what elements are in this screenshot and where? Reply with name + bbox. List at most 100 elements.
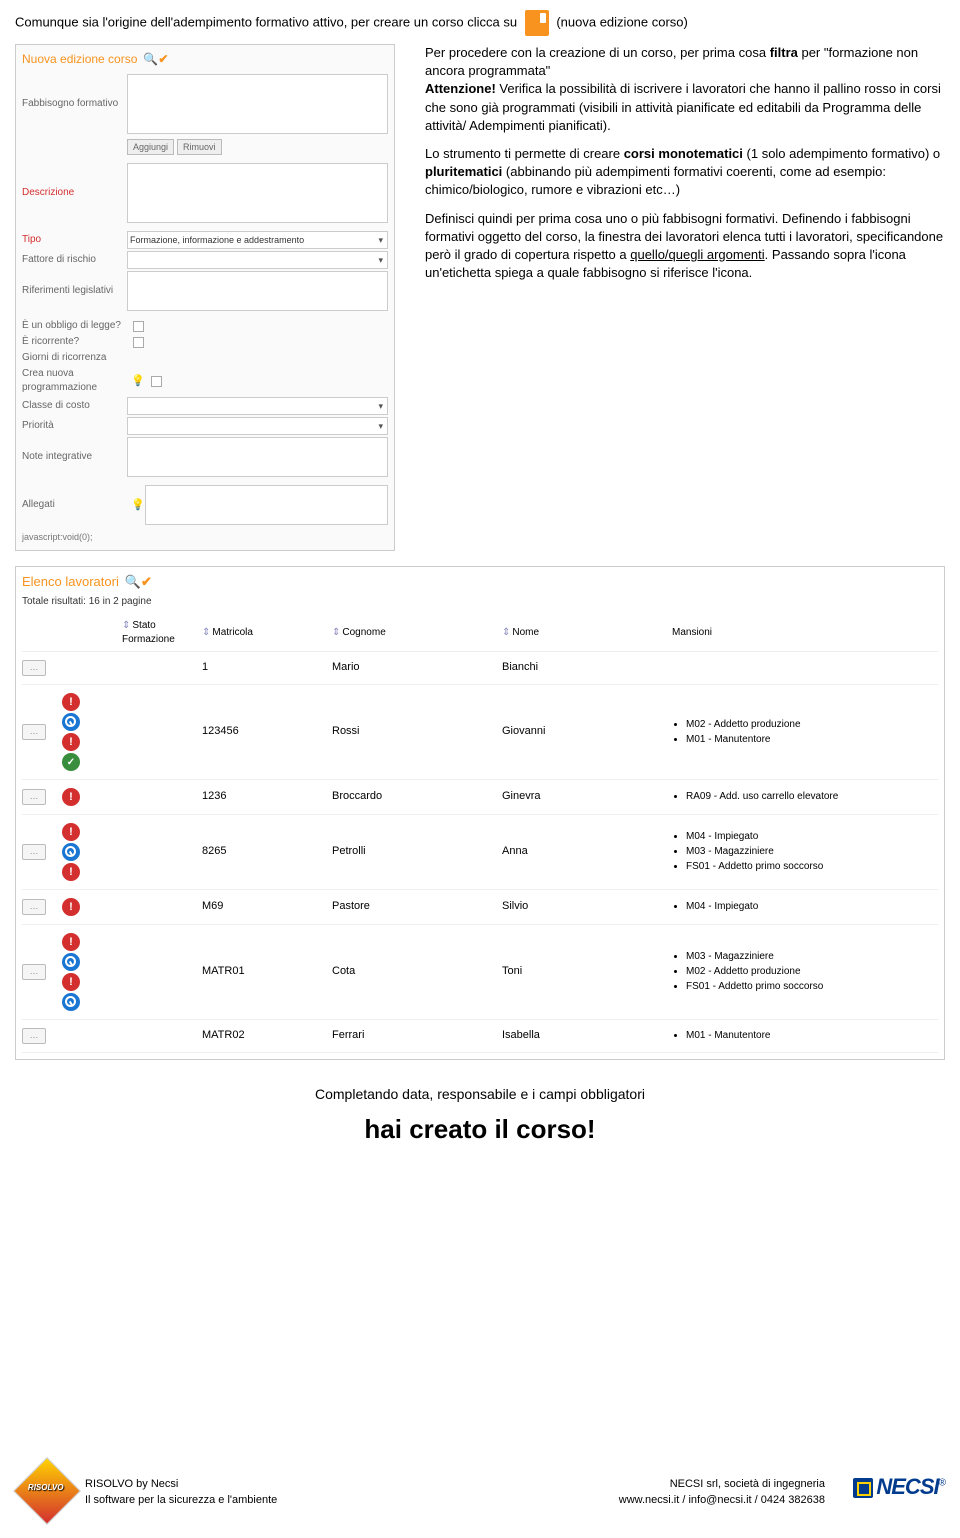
allegati-field [145,485,388,525]
status-icon [62,973,80,991]
note-field [127,437,388,477]
matricola-cell: 123456 [202,724,332,739]
bulb-icon: 💡 [131,374,145,389]
search-confirm-icon: 🔍✔ [143,51,168,68]
table-row: …123456RossiGiovanniM02 - Addetto produz… [22,685,938,780]
status-icon [62,693,80,711]
table-row: … 8265PetrolliAnnaM04 - ImpiegatoM03 - Ma… [22,815,938,890]
table-row: … 1236BroccardoGinevraRA09 - Add. uso car… [22,780,938,815]
cognome-cell: Broccardo [332,789,502,804]
crea-check [151,376,162,387]
priorita-field [127,417,388,435]
sort-icon: ⇕ [502,626,510,640]
label-priorita: Priorità [22,419,127,433]
classe-field [127,397,388,415]
ricorrente-check [133,337,144,348]
nome-cell: Bianchi [502,660,672,675]
label-ricorrente: È ricorrente? [22,335,127,349]
conclusion-line1: Completando data, responsabile e i campi… [15,1085,945,1105]
intro-after: (nuova edizione corso) [556,14,688,29]
label-crea: Crea nuova programmazione [22,367,127,395]
risolvo-logo: RISOLVO [13,1457,81,1525]
mansioni-cell: M03 - MagazziniereM02 - Addetto produzio… [672,949,938,995]
new-course-icon [525,10,549,36]
matricola-cell: 8265 [202,844,332,859]
label-note: Note integrative [22,450,127,464]
riferimenti-field [127,271,388,311]
mansioni-cell: M04 - ImpiegatoM03 - MagazziniereFS01 - … [672,829,938,875]
cognome-cell: Petrolli [332,844,502,859]
status-icon [62,823,80,841]
form-title: Nuova edizione corso 🔍✔ [22,51,388,68]
table-row: …M69PastoreSilvioM04 - Impiegato [22,890,938,925]
mansioni-cell: M02 - Addetto produzioneM01 - Manutentor… [672,717,938,748]
label-fabbisogno: Fabbisogno formativo [22,97,127,111]
conclusion-line2: hai creato il corso! [15,1111,945,1147]
status-icon [62,863,80,881]
label-tipo: Tipo [22,233,127,247]
form-screenshot: Nuova edizione corso 🔍✔ Fabbisogno forma… [15,44,395,551]
descrizione-field [127,163,388,223]
label-obbligo: È un obbligo di legge? [22,319,127,333]
status-icon [62,733,80,751]
intro-text: Comunque sia l'origine dell'adempimento … [15,10,945,36]
tipo-field: Formazione, informazione e addestramento [127,231,388,249]
label-giorni: Giorni di ricorrenza [22,351,127,365]
row-menu-button: … [22,964,46,980]
nome-cell: Toni [502,964,672,979]
matricola-cell: 1236 [202,789,332,804]
necsi-logo: NECSI® [853,1472,945,1503]
necsi-icon [853,1478,873,1498]
nome-cell: Anna [502,844,672,859]
table-row: … 1MarioBianchi [22,652,938,685]
obbligo-check [133,321,144,332]
table-row: …MATR01CotaToniM03 - MagazziniereM02 - A… [22,925,938,1020]
cognome-cell: Ferrari [332,1028,502,1043]
status-icon [62,753,80,771]
nome-cell: Isabella [502,1028,672,1043]
status-icon [62,788,80,806]
sort-icon: ⇕ [202,626,210,640]
label-descrizione: Descrizione [22,186,127,200]
label-riferimenti: Riferimenti legislativi [22,284,127,298]
status-icon [62,898,80,916]
conclusion-text: Completando data, responsabile e i campi… [15,1085,945,1147]
label-classe: Classe di costo [22,399,127,413]
mansioni-cell: RA09 - Add. uso carrello elevatore [672,789,938,805]
table-subtitle: Totale risultati: 16 in 2 pagine [22,595,938,609]
matricola-cell: MATR02 [202,1028,332,1043]
matricola-cell: MATR01 [202,964,332,979]
table-header: ⇕Stato Formazione ⇕Matricola ⇕Cognome ⇕N… [22,615,938,652]
sort-icon: ⇕ [122,619,130,633]
status-icon [62,843,80,861]
label-allegati: Allegati [22,498,127,512]
fabbisogno-field [127,74,388,134]
row-menu-button: … [22,660,46,676]
cognome-cell: Pastore [332,899,502,914]
sort-icon: ⇕ [332,626,340,640]
status-icon [62,933,80,951]
matricola-cell: M69 [202,899,332,914]
status-icon [62,713,80,731]
table-title: Elenco lavoratori 🔍✔ [22,573,938,591]
nome-cell: Silvio [502,899,672,914]
explanation-text: Per procedere con la creazione di un cor… [425,44,945,292]
status-icon [62,953,80,971]
worker-list-screenshot: Elenco lavoratori 🔍✔ Totale risultati: 1… [15,566,945,1060]
row-menu-button: … [22,789,46,805]
cognome-cell: Mario [332,660,502,675]
row-menu-button: … [22,1028,46,1044]
status-icon [62,993,80,1011]
intro-before: Comunque sia l'origine dell'adempimento … [15,14,517,29]
label-fattore: Fattore di rischio [22,253,127,267]
row-menu-button: … [22,844,46,860]
matricola-cell: 1 [202,660,332,675]
bulb-icon: 💡 [131,498,145,513]
mansioni-cell: M04 - Impiegato [672,899,938,915]
mansioni-cell: M01 - Manutentore [672,1028,938,1044]
cognome-cell: Rossi [332,724,502,739]
nome-cell: Ginevra [502,789,672,804]
fattore-field [127,251,388,269]
add-button: Aggiungi [127,139,174,156]
remove-button: Rimuovi [177,139,222,156]
